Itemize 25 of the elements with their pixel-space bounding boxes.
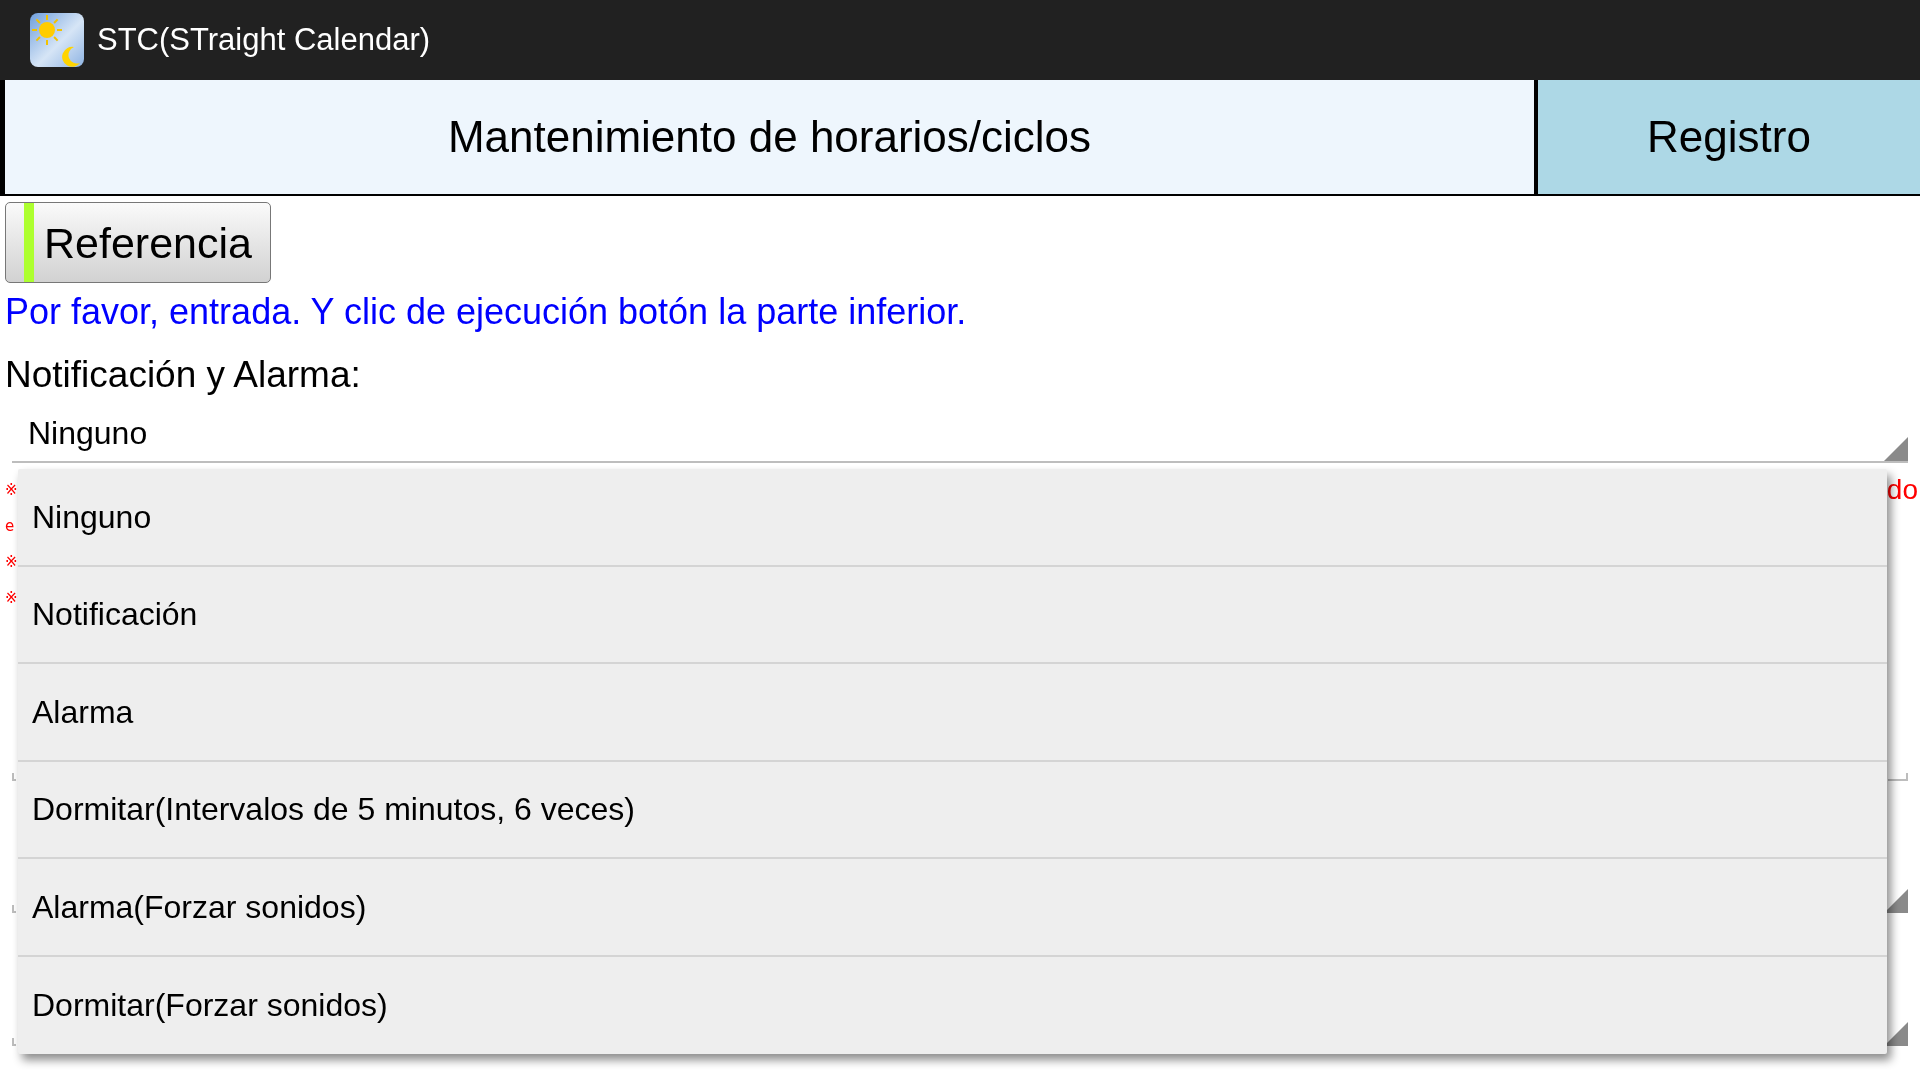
dropdown-option[interactable]: Ninguno [18,469,1887,567]
note-text: do [1886,473,1918,507]
dropdown-option[interactable]: Alarma [18,664,1887,762]
dropdown-option[interactable]: Alarma(Forzar sonidos) [18,859,1887,957]
dropdown-triangle-icon [1884,437,1908,461]
dropdown-triangle-icon [1884,889,1908,913]
dropdown-option[interactable]: Dormitar(Forzar sonidos) [18,956,1887,1054]
reference-button[interactable]: Referencia [5,202,271,283]
field-underline [12,773,16,781]
dropdown-field[interactable]: Ninguno [12,405,1908,463]
tab[interactable]: Registro [1534,80,1920,194]
field-label: Notificación y Alarma: [5,355,361,395]
field-underline [12,905,16,913]
note-text: e [5,516,15,537]
tab[interactable]: Mantenimiento de horarios/ciclos [0,80,1534,194]
app-title: STC(STraight Calendar) [97,21,431,59]
dropdown-triangle-icon [1884,1022,1908,1046]
dropdown-option[interactable]: Notificación [18,566,1887,664]
instruction-text: Por favor, entrada. Y clic de ejecución botón la parte inferior. [5,292,967,332]
app-logo-icon [30,13,84,67]
note-text: ※ [5,480,18,501]
field-underline [12,1038,16,1046]
note-text: ※ [5,588,18,609]
dropdown-option[interactable]: Dormitar(Intervalos de 5 minutos, 6 veces) [18,761,1887,859]
note-text: ※ [5,552,18,573]
